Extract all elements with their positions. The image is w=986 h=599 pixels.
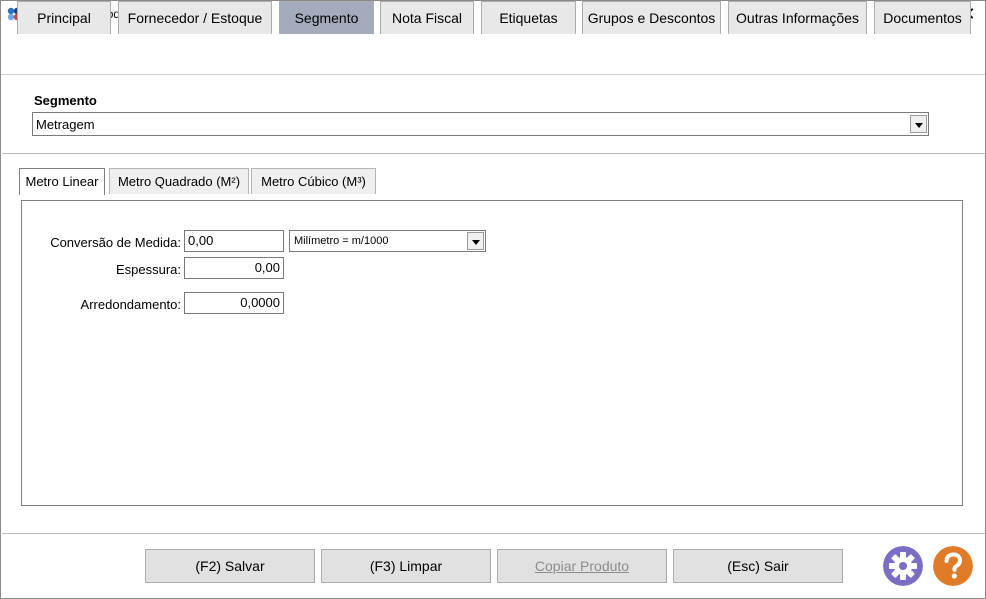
chevron-down-icon: [472, 240, 480, 245]
arredondamento-label: Arredondamento:: [80, 297, 181, 312]
product-registration-window: Cadastro de Produtos / Serviços ✕ Princi…: [0, 0, 986, 599]
tab-nota-fiscal[interactable]: Nota Fiscal: [380, 1, 474, 34]
arredondamento-input[interactable]: 0,0000: [184, 292, 284, 314]
subtab-metro-quadrado[interactable]: Metro Quadrado (M²): [109, 168, 249, 194]
tabs-divider: [1, 74, 985, 75]
unit-value: Milímetro = m/1000: [294, 235, 389, 247]
conversao-input[interactable]: 0,00: [184, 230, 284, 252]
conversao-label: Conversão de Medida:: [50, 235, 181, 250]
tab-etiquetas[interactable]: Etiquetas: [481, 1, 576, 34]
tab-grupos-descontos[interactable]: Grupos e Descontos: [582, 1, 721, 34]
copy-product-button[interactable]: Copiar Produto: [497, 549, 667, 583]
espessura-input[interactable]: 0,00: [184, 257, 284, 279]
unit-dropdown[interactable]: Milímetro = m/1000: [289, 230, 486, 252]
subtab-metro-cubico[interactable]: Metro Cúbico (M³): [251, 168, 376, 194]
dropdown-button[interactable]: [910, 115, 927, 133]
save-button[interactable]: (F2) Salvar: [145, 549, 315, 583]
segmento-value: Metragem: [36, 117, 95, 132]
subtab-metro-linear[interactable]: Metro Linear: [19, 168, 105, 195]
gear-icon[interactable]: [883, 546, 923, 586]
tab-principal[interactable]: Principal: [17, 1, 111, 34]
tab-documentos[interactable]: Documentos: [874, 1, 971, 34]
exit-button[interactable]: (Esc) Sair: [673, 549, 843, 583]
tab-fornecedor-estoque[interactable]: Fornecedor / Estoque: [118, 1, 272, 34]
clear-button[interactable]: (F3) Limpar: [321, 549, 491, 583]
tab-outras-informacoes[interactable]: Outras Informações: [728, 1, 867, 34]
segmento-dropdown[interactable]: Metragem: [32, 112, 929, 136]
section-divider: [2, 153, 986, 154]
chevron-down-icon: [915, 123, 923, 128]
footer-divider: [2, 533, 986, 534]
dropdown-button[interactable]: [467, 232, 484, 250]
segmento-label: Segmento: [34, 93, 97, 108]
tab-segmento[interactable]: Segmento: [279, 1, 374, 34]
espessura-label: Espessura:: [115, 262, 181, 277]
help-icon[interactable]: [933, 546, 973, 586]
